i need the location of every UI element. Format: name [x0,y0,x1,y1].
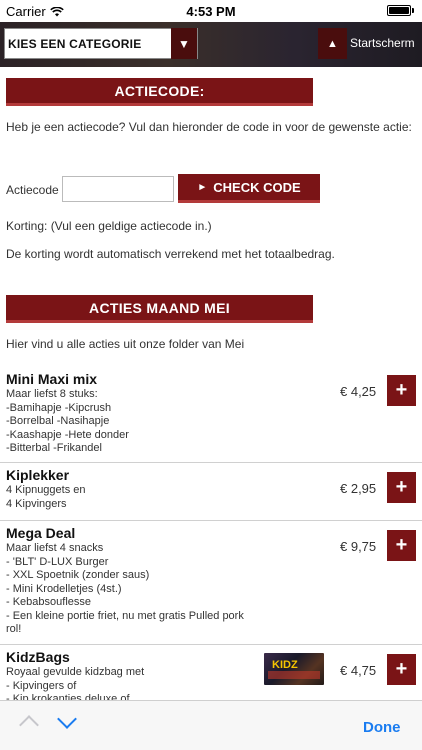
triangle-down-icon[interactable]: ▼ [171,28,197,59]
chevron-down-icon[interactable] [57,709,77,729]
keyboard-toolbar: Done [0,700,422,750]
product-price: € 9,75 [340,539,377,554]
clock: 4:53 PM [186,4,236,19]
product-name: Mega Deal [6,525,76,541]
add-to-cart-button[interactable]: + [387,654,416,685]
product-image-text: KIDZ [272,659,298,671]
product-price: € 2,95 [340,481,377,496]
actiecode-label: Actiecode [6,183,59,197]
acties-heading: ACTIES MAAND MEI [6,295,313,323]
add-to-cart-button[interactable]: + [387,472,416,503]
korting-text: Korting: (Vul een geldige actiecode in.) [6,219,212,233]
product-item: Mega Deal Maar liefst 4 snacks - 'BLT' D… [0,520,422,644]
actiecode-intro: Heb je een actiecode? Vul dan hieronder … [6,120,412,134]
triangle-up-icon[interactable]: ▲ [318,28,347,59]
product-item: KidzBags Royaal gevulde kidzbag met - Ki… [0,644,422,700]
add-to-cart-button[interactable]: + [387,375,416,406]
home-link[interactable]: Startscherm [350,36,415,50]
product-name: KidzBags [6,649,70,665]
check-code-button[interactable]: ► CHECK CODE [178,174,320,203]
category-select[interactable]: KIES EEN CATEGORIE ▼ [4,28,198,59]
product-image: KIDZ [264,653,324,685]
battery-icon [387,5,414,16]
product-description: Maar liefst 8 stuks: -Bamihapje -Kipcrus… [6,388,129,454]
product-item: Mini Maxi mix Maar liefst 8 stuks: -Bami… [0,367,422,462]
product-price: € 4,25 [340,384,377,399]
product-description: 4 Kipnuggets en 4 Kipvingers [6,484,86,510]
actiecode-input[interactable] [62,176,174,202]
play-icon: ► [197,181,208,193]
main-content[interactable]: ACTIECODE: Heb je een actiecode? Vul dan… [0,67,422,700]
product-item: Kiplekker 4 Kipnuggets en 4 Kipvingers €… [0,462,422,520]
product-price: € 4,75 [340,663,377,678]
product-description: Royaal gevulde kidzbag met - Kipvingers … [6,666,145,700]
chevron-up-icon[interactable] [19,715,39,735]
top-navigation: KIES EEN CATEGORIE ▼ ▲ Startscherm [0,22,422,67]
status-bar: Carrier 4:53 PM [0,0,422,22]
korting-note: De korting wordt automatisch verrekend m… [6,247,335,261]
actiecode-heading: ACTIECODE: [6,78,313,106]
done-button[interactable]: Done [363,719,401,736]
category-select-label: KIES EEN CATEGORIE [8,36,142,51]
acties-intro: Hier vind u alle acties uit onze folder … [6,337,245,351]
add-to-cart-button[interactable]: + [387,530,416,561]
product-name: Kiplekker [6,467,70,483]
check-code-label: CHECK CODE [213,179,301,195]
product-name: Mini Maxi mix [6,371,98,387]
product-description: Maar liefst 4 snacks - 'BLT' D-LUX Burge… [6,542,244,635]
